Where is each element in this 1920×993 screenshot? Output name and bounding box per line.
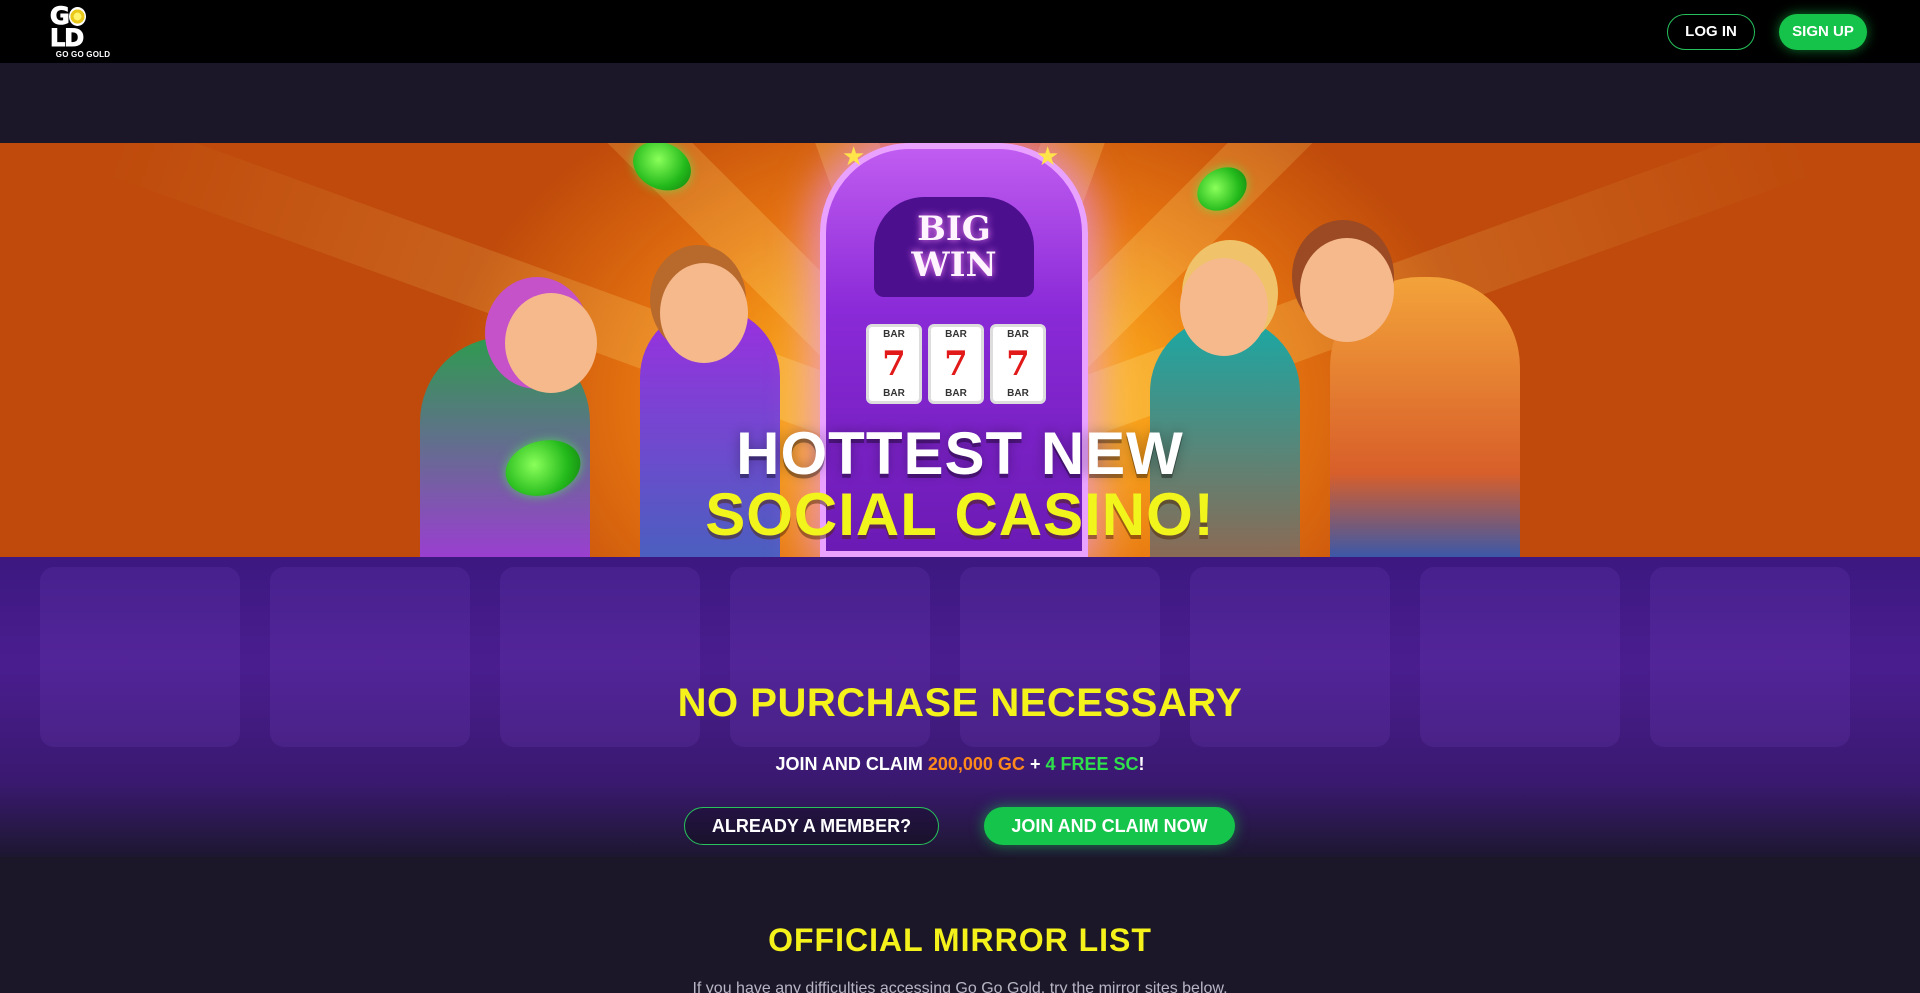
character-boy-teal-head bbox=[1180, 258, 1268, 356]
join-claim-button[interactable]: JOIN AND CLAIM NOW bbox=[984, 807, 1235, 845]
logo-subtitle: GO GO GOLD bbox=[55, 49, 111, 59]
big-win-sign: BIG WIN bbox=[874, 197, 1034, 297]
hero-headline-line2: SOCIAL CASINO! bbox=[705, 481, 1215, 548]
hero-headline-line1: HOTTEST NEW bbox=[736, 420, 1184, 487]
top-header: GLD GO GO GOLD LOG IN SIGN UP bbox=[0, 0, 1920, 63]
hero-banner[interactable]: BIG WIN BAR 7 BAR BAR 7 BAR BAR 7 BAR ★ … bbox=[0, 143, 1920, 557]
character-boy-orange-head bbox=[1300, 238, 1394, 342]
slot-reels: BAR 7 BAR BAR 7 BAR BAR 7 BAR bbox=[866, 324, 1046, 404]
promo-subtitle: JOIN AND CLAIM 200,000 GC + 4 FREE SC! bbox=[775, 754, 1145, 774]
character-boy-purple-head bbox=[660, 263, 748, 363]
gc-amount: 200,000 GC bbox=[927, 754, 1025, 774]
slot-reel: BAR 7 BAR bbox=[928, 324, 984, 404]
login-button[interactable]: LOG IN bbox=[1667, 13, 1755, 50]
hero-headline: HOTTEST NEW SOCIAL CASINO! bbox=[0, 423, 1920, 545]
signup-button[interactable]: SIGN UP bbox=[1779, 13, 1867, 50]
slot-reel: BAR 7 BAR bbox=[866, 324, 922, 404]
promo-title: NO PURCHASE NECESSARY bbox=[677, 681, 1243, 725]
sc-amount: 4 FREE SC bbox=[1045, 754, 1139, 774]
already-member-button[interactable]: ALREADY A MEMBER? bbox=[684, 807, 939, 845]
logo-wordmark: GLD bbox=[50, 3, 116, 50]
star-icon: ★ bbox=[1036, 143, 1060, 171]
site-logo[interactable]: GLD GO GO GOLD bbox=[50, 3, 116, 59]
slot-reel: BAR 7 BAR bbox=[990, 324, 1046, 404]
character-girl-head bbox=[505, 293, 597, 393]
mirror-list-title: OFFICIAL MIRROR LIST bbox=[768, 922, 1152, 958]
auth-buttons: LOG IN SIGN UP bbox=[1667, 13, 1867, 50]
star-icon: ★ bbox=[842, 143, 866, 171]
promo-section: NO PURCHASE NECESSARY JOIN AND CLAIM 200… bbox=[0, 557, 1920, 857]
mirror-list-description: If you have any difficulties accessing G… bbox=[692, 980, 1228, 993]
